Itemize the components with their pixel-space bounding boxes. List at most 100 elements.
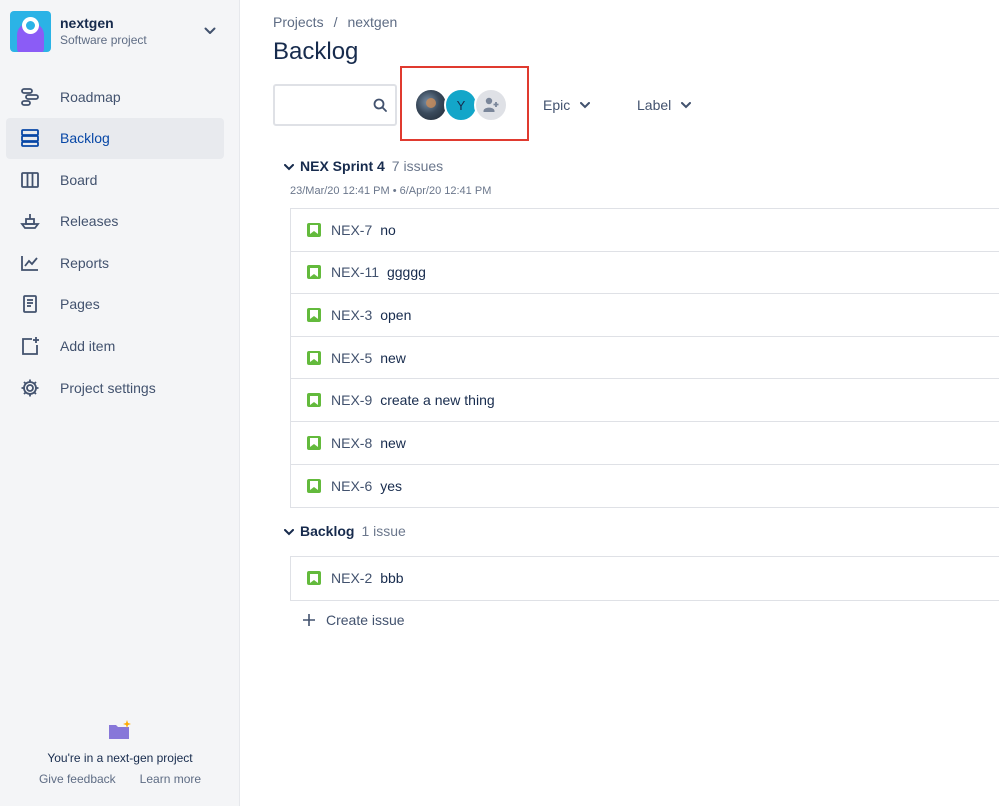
sidebar-item-project-settings[interactable]: Project settings [6, 367, 224, 408]
sidebar-nav: Roadmap Backlog Board Releases Reports P… [6, 76, 224, 409]
story-icon [307, 393, 321, 408]
issue-summary: ggggg [386, 264, 426, 281]
issue-key: NEX-3 [331, 306, 373, 323]
issue-key: NEX-11 [331, 264, 379, 281]
sidebar-item-reports[interactable]: Reports [6, 242, 224, 283]
story-icon [307, 350, 321, 365]
label-filter-label: Label [637, 97, 672, 113]
list-item[interactable]: NEX-7 no [291, 209, 999, 252]
list-item[interactable]: NEX-2 bbb [291, 557, 999, 600]
sidebar-item-label: Add item [60, 338, 116, 355]
sidebar-item-label: Project settings [60, 379, 156, 396]
project-type: Software project [60, 32, 147, 47]
avatar[interactable] [414, 88, 448, 122]
give-feedback-link[interactable]: Give feedback [39, 772, 116, 786]
page-title: Backlog [273, 38, 359, 65]
chevron-down-icon[interactable] [202, 23, 218, 39]
sidebar-item-label: Pages [60, 296, 100, 313]
sidebar-item-label: Releases [60, 213, 119, 230]
issue-key: NEX-6 [331, 477, 373, 494]
breadcrumb-current[interactable]: nextgen [347, 14, 397, 30]
next-gen-notice: You're in a next-gen project [47, 751, 193, 765]
sidebar-item-label: Board [60, 171, 98, 188]
sprint-title: NEX Sprint 4 [300, 158, 385, 174]
sidebar-item-roadmap[interactable]: Roadmap [6, 76, 224, 117]
list-item[interactable]: NEX-3 open [291, 294, 999, 337]
issue-summary: bbb [380, 570, 404, 587]
list-item[interactable]: NEX-6 yes [291, 464, 999, 508]
breadcrumb: Projects / nextgen [273, 14, 397, 30]
story-icon [307, 478, 321, 493]
sidebar-item-releases[interactable]: Releases [6, 201, 224, 242]
story-icon [307, 265, 321, 280]
project-name: nextgen [60, 14, 114, 31]
create-issue-label: Create issue [326, 612, 405, 628]
backlog-issue-count: 1 issue [361, 523, 406, 539]
folder-sparkle-icon [0, 719, 240, 741]
add-item-icon [18, 334, 42, 358]
sidebar-item-board[interactable]: Board [6, 159, 224, 200]
label-filter-dropdown[interactable]: Label [637, 84, 692, 126]
story-icon [307, 571, 321, 586]
issue-key: NEX-5 [331, 349, 373, 366]
learn-more-link[interactable]: Learn more [140, 772, 201, 786]
chevron-down-icon [580, 101, 591, 109]
assignee-avatars: Y [414, 88, 508, 122]
issue-summary: open [380, 306, 412, 323]
main-content: Projects / nextgen Backlog Y Epic Label [240, 0, 999, 806]
list-item[interactable]: NEX-8 new [291, 421, 999, 465]
chevron-down-icon[interactable] [284, 164, 298, 171]
list-item[interactable]: NEX-9 create a new thing [291, 379, 999, 422]
chevron-down-icon [681, 101, 692, 109]
issue-key: NEX-8 [331, 434, 373, 451]
backlog-issue-list: NEX-2 bbb [290, 556, 999, 601]
story-icon [307, 435, 321, 450]
sidebar-item-backlog[interactable]: Backlog [6, 117, 224, 159]
issue-key: NEX-2 [331, 570, 373, 587]
chevron-down-icon[interactable] [284, 529, 298, 536]
issue-key: NEX-9 [331, 392, 373, 409]
issue-key: NEX-7 [331, 221, 373, 238]
sidebar-item-label: Reports [60, 254, 110, 271]
epic-filter-dropdown[interactable]: Epic [543, 84, 591, 126]
project-switcher[interactable]: nextgen Software project [10, 9, 220, 53]
issue-summary: create a new thing [380, 392, 495, 409]
sidebar-footer: You're in a next-gen project Give feedba… [0, 719, 240, 786]
backlog-icon [18, 126, 42, 150]
issue-summary: no [380, 221, 396, 238]
project-avatar [10, 10, 51, 52]
sidebar-item-label: Backlog [60, 130, 110, 147]
search-icon [373, 98, 387, 117]
breadcrumb-separator: / [333, 14, 338, 30]
plus-icon [302, 613, 316, 627]
sprint-issue-list: NEX-7 no NEX-11 ggggg NEX-3 open NEX-5 n… [290, 208, 999, 509]
issue-summary: yes [380, 477, 403, 494]
search-input[interactable] [273, 84, 397, 126]
sprint-issue-count: 7 issues [391, 158, 444, 174]
list-item[interactable]: NEX-5 new [291, 336, 999, 380]
sprint-dates: 23/Mar/20 12:41 PM • 6/Apr/20 12:41 PM [290, 185, 492, 197]
create-issue-button[interactable]: Create issue [302, 609, 405, 631]
avatar-initial[interactable]: Y [444, 88, 478, 122]
backlog-header[interactable]: Backlog 1 issue [284, 523, 406, 539]
list-item[interactable]: NEX-11 ggggg [291, 251, 999, 295]
pages-icon [18, 292, 42, 316]
story-icon [307, 222, 321, 237]
breadcrumb-projects[interactable]: Projects [273, 14, 324, 30]
sidebar-item-add-item[interactable]: Add item [6, 326, 224, 367]
sidebar: nextgen Software project Roadmap Backlog… [0, 0, 240, 806]
backlog-title: Backlog [300, 523, 355, 539]
story-icon [307, 307, 321, 322]
epic-filter-label: Epic [543, 97, 571, 113]
sidebar-item-label: Roadmap [60, 88, 121, 105]
board-icon [18, 168, 42, 192]
reports-icon [18, 251, 42, 275]
roadmap-icon [18, 85, 42, 109]
releases-icon [18, 209, 42, 233]
add-people-icon[interactable] [474, 88, 508, 122]
sidebar-item-pages[interactable]: Pages [6, 284, 224, 325]
issue-summary: new [380, 434, 406, 451]
gear-icon [18, 376, 42, 400]
sprint-header[interactable]: NEX Sprint 4 7 issues [284, 158, 443, 174]
issue-summary: new [380, 349, 406, 366]
